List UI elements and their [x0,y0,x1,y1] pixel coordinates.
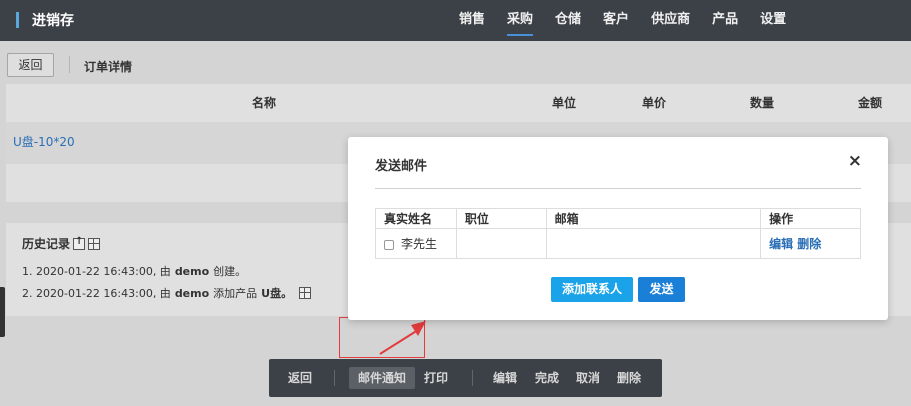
contact-name: 李先生 [401,237,438,251]
column-header-real-name: 真实姓名 [375,208,457,229]
contact-email-cell [545,228,762,259]
contacts-table: 真实姓名 职位 邮箱 操作 李先生 编辑 删除 [375,208,861,259]
dialog-divider [375,188,861,189]
dialog-title: 发送邮件 [375,159,428,174]
send-email-dialog: 发送邮件 × 真实姓名 职位 邮箱 操作 李先生 编辑 删除 添加联系人 发送 [348,137,888,320]
add-contact-button[interactable]: 添加联系人 [551,277,633,302]
table-header-row: 真实姓名 职位 邮箱 操作 [375,208,861,229]
close-icon[interactable]: × [848,151,862,171]
send-button[interactable]: 发送 [638,277,685,302]
contact-position-cell [455,228,547,259]
contact-actions-cell: 编辑 删除 [760,228,861,259]
column-header-position: 职位 [455,208,547,229]
column-header-email: 邮箱 [545,208,762,229]
table-row: 李先生 编辑 删除 [375,228,861,259]
contact-checkbox[interactable] [384,239,394,250]
delete-contact-link[interactable]: 删除 [797,237,821,251]
edit-contact-link[interactable]: 编辑 [769,237,793,251]
column-header-actions: 操作 [760,208,861,229]
contact-name-cell: 李先生 [375,228,457,259]
